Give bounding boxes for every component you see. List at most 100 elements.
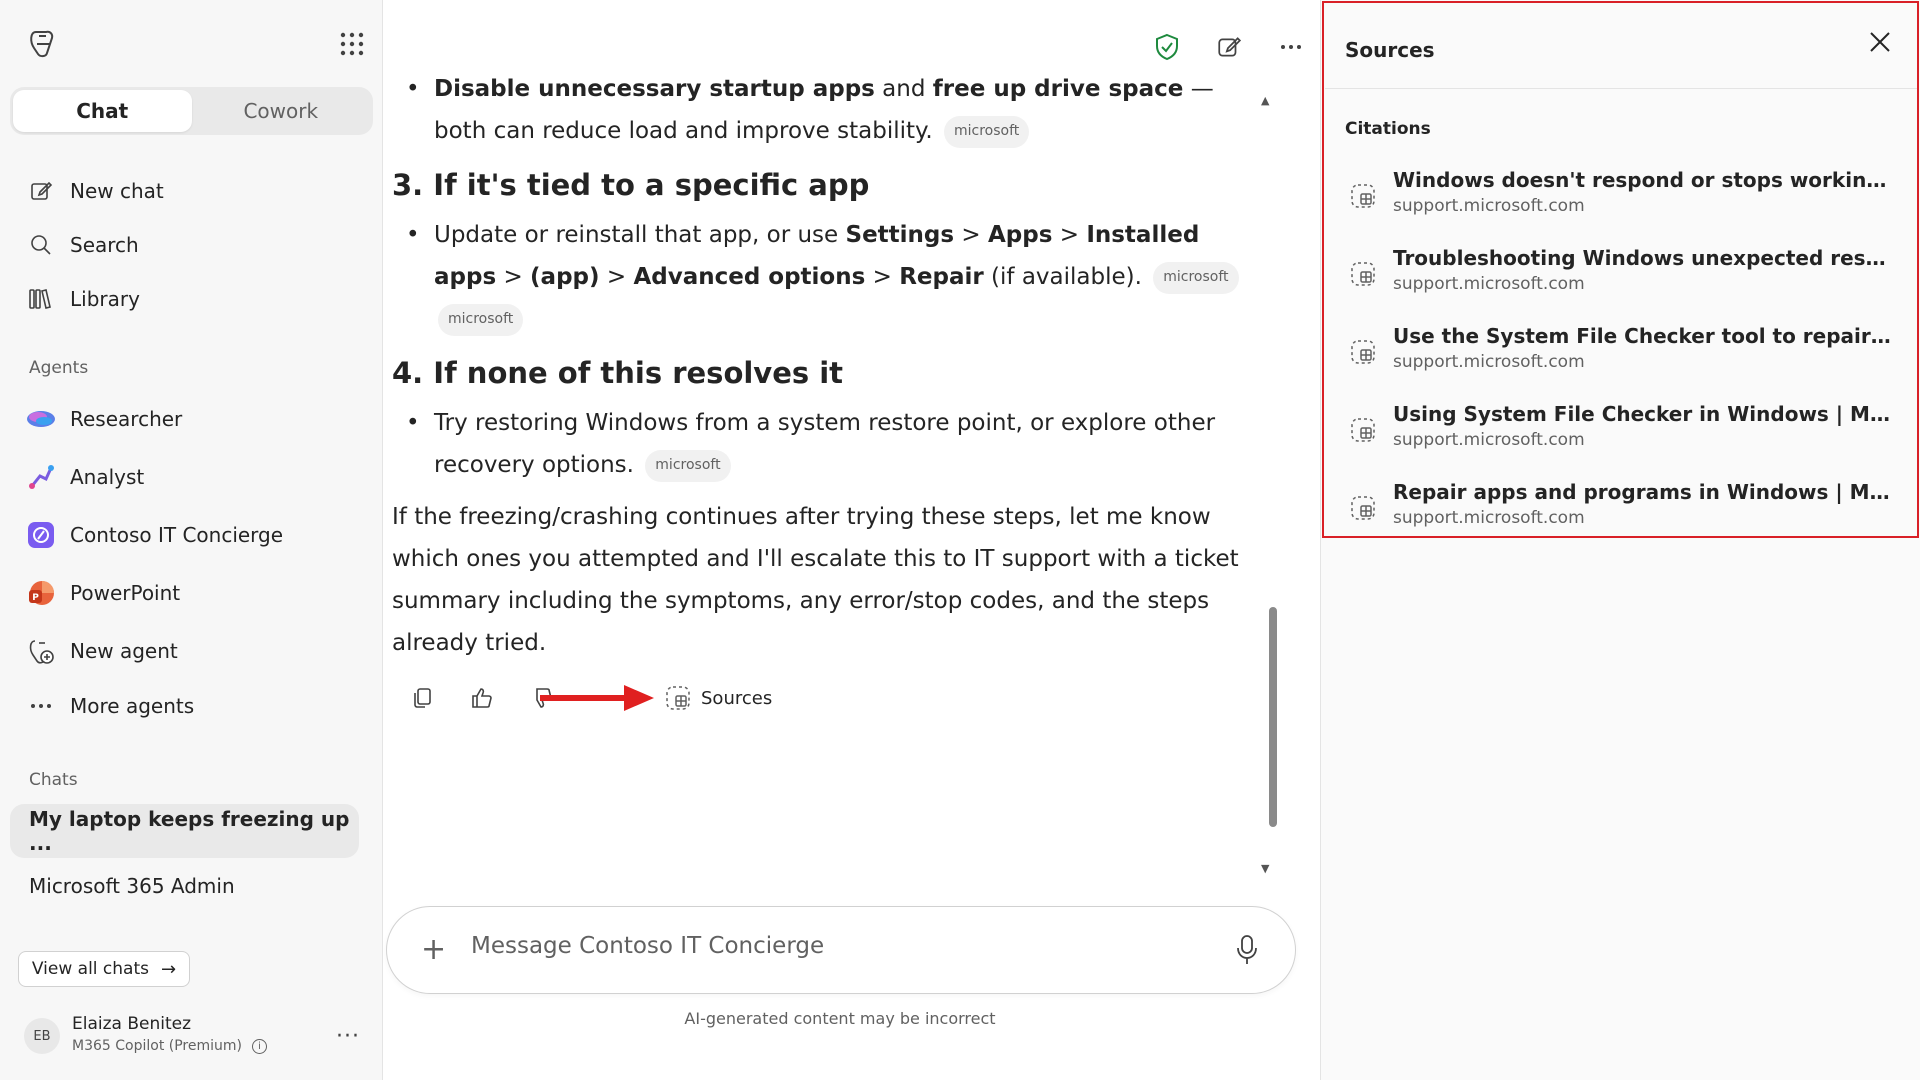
bold-text: Advanced options (633, 264, 866, 290)
view-all-chats-button[interactable]: View all chats → (18, 951, 190, 987)
arrow-right-icon: → (160, 958, 177, 980)
sources-label: Sources (701, 687, 773, 709)
agent-contoso-it-concierge[interactable]: Contoso IT Concierge (26, 515, 283, 555)
agent-analyst[interactable]: Analyst (26, 457, 144, 497)
citation-item[interactable]: Using System File Checker in Windows | M… (1345, 402, 1895, 462)
contoso-icon (26, 520, 56, 550)
user-plan-label: M365 Copilot (Premium) (72, 1038, 242, 1054)
info-icon[interactable]: i (251, 1038, 267, 1054)
scrollbar-thumb[interactable] (1269, 607, 1277, 827)
text: > (496, 264, 531, 290)
search-icon (26, 230, 56, 260)
web-source-icon (1349, 416, 1377, 444)
tab-cowork[interactable]: Cowork (192, 90, 371, 132)
thumbs-up-icon[interactable] (462, 678, 502, 718)
list-item: Try restoring Windows from a system rest… (392, 402, 1262, 486)
text: and (874, 76, 933, 102)
shield-check-icon[interactable] (1150, 30, 1184, 64)
agent-researcher[interactable]: Researcher (26, 399, 182, 439)
agent-label: Contoso IT Concierge (70, 523, 284, 547)
user-name: Elaiza Benitez (72, 1014, 192, 1034)
chat-item-laptop-freezing[interactable]: My laptop keeps freezing up ... (10, 804, 359, 858)
new-chat-icon[interactable] (1212, 30, 1246, 64)
sources-button[interactable]: Sources (663, 680, 772, 716)
more-agents-button[interactable]: More agents (26, 686, 194, 726)
sources-icon (663, 683, 693, 713)
citation-item[interactable]: Windows doesn't respond or stops working… (1345, 168, 1895, 228)
bold-text: Disable unnecessary startup apps (434, 76, 875, 102)
message-composer: + Message Contoso IT Concierge (386, 906, 1296, 994)
powerpoint-icon: P (26, 578, 56, 608)
list-item: Update or reinstall that app, or use Set… (392, 214, 1262, 340)
agent-powerpoint[interactable]: P PowerPoint (26, 573, 180, 613)
analyst-icon (26, 462, 56, 492)
citation-chip[interactable]: microsoft (943, 115, 1030, 148)
citation-item[interactable]: Troubleshooting Windows unexpected resta… (1345, 246, 1895, 306)
mode-switch: Chat Cowork (10, 87, 373, 135)
copilot-logo-icon[interactable] (26, 26, 60, 60)
chat-item-m365-admin[interactable]: Microsoft 365 Admin (10, 859, 359, 913)
agents-heading: Agents (29, 358, 89, 378)
more-options-icon[interactable]: ··· (336, 1024, 360, 1049)
citation-domain: support.microsoft.com (1393, 196, 1585, 216)
citation-domain: support.microsoft.com (1393, 274, 1585, 294)
section-heading: 4. If none of this resolves it (392, 356, 844, 390)
citation-chip[interactable]: microsoft (645, 449, 731, 482)
web-source-icon (1349, 494, 1377, 522)
add-icon[interactable]: + (421, 935, 446, 965)
app-launcher-icon[interactable] (338, 30, 366, 58)
panel-title: Sources (1345, 38, 1435, 62)
sources-panel: Sources Citations Windows doesn't respon… (1320, 0, 1920, 1080)
web-source-icon (1349, 182, 1377, 210)
message-input[interactable]: Message Contoso IT Concierge (471, 933, 824, 959)
citation-title: Using System File Checker in Windows | M… (1393, 402, 1895, 426)
bold-text: Apps (987, 222, 1053, 248)
sidebar: Chat Cowork New chat Search Library Agen… (0, 0, 383, 1080)
divider (1325, 88, 1917, 89)
citation-chip[interactable]: microsoft (438, 303, 524, 336)
chat-main: Disable unnecessary startup apps and fre… (384, 0, 1320, 1080)
citation-title: Repair apps and programs in Windows | Mi… (1393, 480, 1895, 504)
agent-label: More agents (70, 694, 195, 718)
library-button[interactable]: Library (26, 279, 140, 319)
citation-domain: support.microsoft.com (1393, 430, 1585, 450)
bold-text: Repair (899, 264, 984, 290)
citation-title: Troubleshooting Windows unexpected resta… (1393, 246, 1895, 270)
new-chat-button[interactable]: New chat (26, 171, 164, 211)
svg-text:P: P (32, 593, 39, 603)
compose-icon (26, 176, 56, 206)
web-source-icon (1349, 260, 1377, 288)
microphone-icon[interactable] (1235, 933, 1259, 967)
web-source-icon (1349, 338, 1377, 366)
citation-domain: support.microsoft.com (1393, 352, 1585, 372)
tab-chat[interactable]: Chat (13, 90, 192, 132)
text: > (954, 222, 988, 248)
search-button[interactable]: Search (26, 225, 139, 265)
new-chat-label: New chat (70, 179, 164, 203)
citation-item[interactable]: Repair apps and programs in Windows | Mi… (1345, 480, 1895, 540)
citations-heading: Citations (1345, 119, 1431, 139)
citation-domain: support.microsoft.com (1393, 508, 1585, 528)
chats-heading: Chats (29, 770, 78, 790)
citation-item[interactable]: Use the System File Checker tool to repa… (1345, 324, 1895, 384)
more-options-icon[interactable] (1274, 30, 1308, 64)
list-item: Disable unnecessary startup apps and fre… (392, 76, 1262, 152)
citation-chip[interactable]: microsoft (1153, 261, 1239, 294)
citation-title: Use the System File Checker tool to repa… (1393, 324, 1895, 348)
scroll-up-icon[interactable]: ▲ (1261, 94, 1269, 107)
text: > (1052, 222, 1087, 248)
agent-new-agent[interactable]: New agent (26, 631, 178, 671)
close-icon[interactable] (1866, 28, 1894, 56)
closing-paragraph: If the freezing/crashing continues after… (392, 504, 1239, 656)
citation-title: Windows doesn't respond or stops working… (1393, 168, 1895, 192)
new-agent-icon (26, 636, 56, 666)
search-label: Search (70, 233, 139, 257)
agent-label: New agent (70, 639, 178, 663)
user-profile[interactable]: EB Elaiza Benitez M365 Copilot (Premium)… (24, 1012, 364, 1060)
copy-icon[interactable] (402, 678, 442, 718)
text: > (865, 264, 900, 290)
library-label: Library (70, 287, 140, 311)
user-plan: M365 Copilot (Premium) i (72, 1038, 267, 1054)
more-icon (26, 691, 56, 721)
scroll-down-icon[interactable]: ▼ (1261, 862, 1269, 875)
